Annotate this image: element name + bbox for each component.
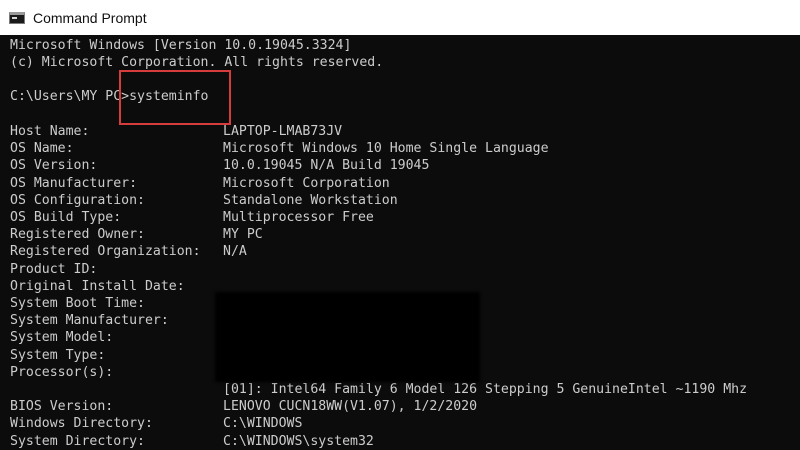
info-row: BIOS Version: LENOVO CUCN18WW(V1.07), 1/2… — [10, 398, 790, 415]
info-row: Windows Directory: C:\WINDOWS — [10, 415, 790, 432]
info-label: System Manufacturer: — [10, 313, 169, 329]
info-value: Microsoft Windows 10 Home Single Languag… — [223, 141, 549, 157]
info-value: Multiprocessor Free — [223, 210, 374, 225]
info-label: System Model: — [10, 330, 114, 346]
info-label: System Type: — [10, 347, 106, 363]
info-row: OS Manufacturer: Microsoft Corporation — [10, 175, 790, 192]
info-label: System Directory: — [10, 433, 145, 449]
info-label: OS Manufacturer: — [10, 175, 138, 191]
banner-line-1: Microsoft Windows [Version 10.0.19045.33… — [10, 38, 352, 53]
info-row: OS Build Type: Multiprocessor Free — [10, 209, 790, 226]
info-label: System Boot Time: — [10, 296, 145, 311]
title-bar[interactable]: Command Prompt — [0, 0, 800, 36]
info-value: Microsoft Corporation — [223, 175, 390, 191]
info-label: Host Name: — [10, 124, 90, 139]
console-output[interactable]: Microsoft Windows [Version 10.0.19045.33… — [0, 35, 800, 450]
info-row: OS Configuration: Standalone Workstation — [10, 192, 790, 209]
info-row: [01]: Intel64 Family 6 Model 126 Steppin… — [10, 381, 790, 398]
info-label: OS Name: — [10, 141, 74, 157]
info-row: Host Name: LAPTOP-LMAB73JV — [10, 123, 790, 140]
info-label: BIOS Version: — [10, 399, 114, 415]
info-row: OS Version: 10.0.19045 N/A Build 19045 — [10, 157, 790, 174]
info-label: OS Configuration: — [10, 192, 145, 208]
command-prompt-window: Command Prompt Microsoft Windows [Versio… — [0, 0, 800, 450]
info-label: Processor(s): — [10, 364, 114, 380]
info-label: Original Install Date: — [10, 278, 185, 294]
info-row: System Directory: C:\WINDOWS\system32 — [10, 433, 790, 450]
info-label: Windows Directory: — [10, 416, 153, 432]
info-label: Registered Owner: — [10, 227, 145, 243]
info-value: LAPTOP-LMAB73JV — [223, 124, 343, 139]
info-label: OS Version: — [10, 158, 98, 174]
redacted-region — [215, 292, 480, 382]
info-value: N/A — [223, 244, 247, 260]
info-value: Standalone Workstation — [223, 192, 398, 208]
info-value: LENOVO CUCN18WW(V1.07), 1/2/2020 — [223, 399, 478, 415]
info-label: Registered Organization: — [10, 244, 201, 260]
info-row: Registered Owner: MY PC — [10, 226, 790, 243]
info-row: Product ID: — [10, 261, 790, 278]
info-value: [01]: Intel64 Family 6 Model 126 Steppin… — [223, 382, 748, 397]
info-label: Product ID: — [10, 261, 98, 277]
info-value: MY PC — [223, 227, 263, 243]
info-value: 10.0.19045 N/A Build 19045 — [223, 158, 430, 174]
window-title: Command Prompt — [33, 9, 147, 26]
info-value: C:\WINDOWS — [223, 416, 303, 432]
console-icon — [9, 11, 25, 24]
info-row: Registered Organization: N/A — [10, 243, 790, 260]
command-highlight-box — [119, 70, 231, 125]
prompt-text: C:\Users\MY PC> — [10, 89, 130, 104]
info-value: C:\WINDOWS\system32 — [223, 433, 374, 449]
banner-line-2: (c) Microsoft Corporation. All rights re… — [10, 55, 384, 70]
info-label: OS Build Type: — [10, 210, 122, 225]
info-row: OS Name: Microsoft Windows 10 Home Single… — [10, 140, 790, 157]
